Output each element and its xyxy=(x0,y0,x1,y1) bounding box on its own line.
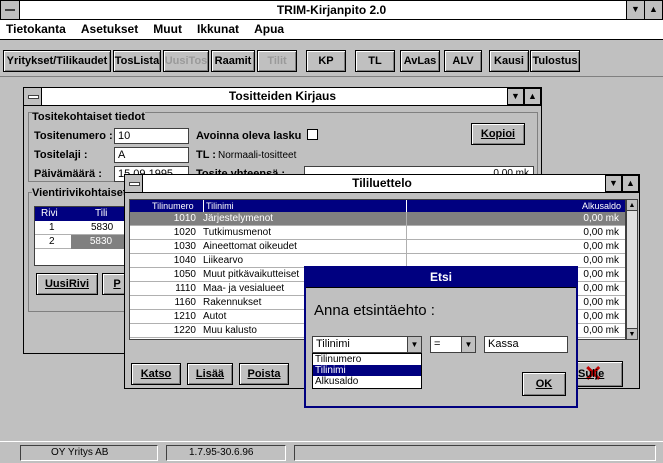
paivamaara-label: Päivämäärä : xyxy=(34,168,102,180)
tositenumero-field[interactable]: 10 xyxy=(114,128,189,144)
tositenumero-label: Tositenumero : xyxy=(34,130,113,142)
minimize-icon[interactable]: ▼ xyxy=(507,88,524,105)
lisaa-button[interactable]: Lisää xyxy=(187,363,233,385)
sulje-label: Sulje xyxy=(578,368,605,380)
field-select[interactable]: Tilinimi ▼ xyxy=(312,336,422,353)
toolbar-kausi-button[interactable]: Kausi xyxy=(489,50,529,72)
app-titlebar: TRIM-Kirjanpito 2.0 ▼ ▲ xyxy=(0,0,663,20)
maximize-icon[interactable]: ▲ xyxy=(524,88,541,105)
chevron-down-icon[interactable]: ▼ xyxy=(407,337,421,352)
column-header-tilinimi: Tilinimi xyxy=(203,200,234,212)
tl-value: Normaali-tositteet xyxy=(218,150,297,161)
option-tilinumero[interactable]: Tilinumero xyxy=(313,354,421,365)
section-title: Tositekohtaiset tiedot xyxy=(32,111,145,123)
grid-cell-rivi: 1 xyxy=(49,222,55,233)
toolbar-tilit-button[interactable]: Tilit xyxy=(257,50,297,72)
column-header-alkusaldo: Alkusaldo xyxy=(581,201,621,211)
menu-tietokanta[interactable]: Tietokanta xyxy=(6,22,66,36)
menu-ikkunat[interactable]: Ikkunat xyxy=(197,22,239,36)
toolbar-yritykset-button[interactable]: Yritykset/Tilikaudet xyxy=(3,50,111,72)
system-menu-icon[interactable] xyxy=(24,88,42,105)
menu-bar: Tietokanta Asetukset Muut Ikkunat Apua xyxy=(0,20,663,40)
toolbar-tulostus-button[interactable]: Tulostus xyxy=(530,50,580,72)
option-tilinimi[interactable]: Tilinimi xyxy=(313,365,421,376)
grid-header-rivi: Rivi xyxy=(41,208,58,219)
etsi-prompt: Anna etsintäehto : xyxy=(314,302,435,319)
minimize-icon[interactable]: ▼ xyxy=(626,1,644,19)
operator-select[interactable]: = ▼ xyxy=(430,336,476,353)
table-row[interactable]: 1 5830 xyxy=(35,221,131,235)
kirjaus-titlebar: Tositteiden Kirjaus ▼ ▲ xyxy=(24,88,541,106)
toolbar: Yritykset/Tilikaudet TosLista UusiTos Ra… xyxy=(0,41,663,77)
option-alkusaldo[interactable]: Alkusaldo xyxy=(313,376,421,387)
grid-cell-tili: 5830 xyxy=(71,235,131,249)
maximize-icon[interactable]: ▲ xyxy=(622,175,639,192)
uusirivi-button[interactable]: UusiRivi xyxy=(36,273,98,295)
status-message xyxy=(294,445,656,461)
tililuettelo-title: Tililuettelo xyxy=(352,176,412,190)
etsi-dialog: Etsi Anna etsintäehto : Tilinimi ▼ Tilin… xyxy=(304,266,578,408)
toolbar-toslista-button[interactable]: TosLista xyxy=(113,50,161,72)
tili-list-scrollbar[interactable]: ▲ ▼ xyxy=(626,199,638,340)
app-title: TRIM-Kirjanpito 2.0 xyxy=(276,3,387,17)
table-row[interactable]: 1030 Aineettomat oikeudet 0,00 mk xyxy=(130,240,625,254)
toolbar-raamit-button[interactable]: Raamit xyxy=(211,50,255,72)
ok-button[interactable]: OK xyxy=(522,372,566,396)
table-row[interactable]: 1020 Tutkimusmenot 0,00 mk xyxy=(130,226,625,240)
system-menu-icon[interactable] xyxy=(125,175,143,192)
operator-value: = xyxy=(434,338,441,350)
status-bar: OY Yritys AB 1.7.95-30.6.96 xyxy=(0,441,663,463)
maximize-icon[interactable]: ▲ xyxy=(644,1,662,19)
status-company: OY Yritys AB xyxy=(20,445,158,461)
kopioi-button[interactable]: Kopioi xyxy=(471,123,525,145)
toolbar-kp-button[interactable]: KP xyxy=(306,50,346,72)
katso-button[interactable]: Katso xyxy=(131,363,181,385)
tositelaji-label: Tositelaji : xyxy=(34,149,88,161)
scroll-down-icon[interactable]: ▼ xyxy=(627,328,637,339)
field-options-dropdown[interactable]: Tilinumero Tilinimi Alkusaldo xyxy=(312,353,422,389)
etsi-title: Etsi xyxy=(429,270,452,284)
column-header-tilinumero: Tilinumero xyxy=(152,201,194,211)
vientirivi-title: Vientirivikohtaiset xyxy=(32,187,127,199)
field-select-value: Tilinimi xyxy=(316,338,350,350)
grid-cell-tili: 5830 xyxy=(91,222,114,233)
tililuettelo-titlebar: Tililuettelo ▼ ▲ xyxy=(125,175,639,193)
grid-header-tili: Tili xyxy=(95,208,108,219)
poista-button[interactable]: Poista xyxy=(239,363,289,385)
table-row[interactable]: 1010 Järjestelymenot 0,00 mk xyxy=(130,212,625,226)
avoinna-label: Avoinna oleva lasku xyxy=(196,130,302,142)
grid-cell-rivi: 2 xyxy=(49,236,55,247)
avoinna-checkbox[interactable] xyxy=(307,129,318,140)
tl-label: TL : xyxy=(196,149,216,161)
tositelaji-field[interactable]: A xyxy=(114,147,189,163)
kirjaus-title: Tositteiden Kirjaus xyxy=(228,89,337,103)
toolbar-tl-button[interactable]: TL xyxy=(355,50,395,72)
toolbar-avlas-button[interactable]: AvLas xyxy=(400,50,440,72)
vienti-grid[interactable]: Rivi Tili 1 5830 2 5830 xyxy=(34,206,132,266)
chevron-down-icon[interactable]: ▼ xyxy=(461,337,475,352)
menu-muut[interactable]: Muut xyxy=(153,22,182,36)
menu-asetukset[interactable]: Asetukset xyxy=(81,22,138,36)
etsi-titlebar: Etsi xyxy=(306,268,576,288)
minimize-icon[interactable]: ▼ xyxy=(605,175,622,192)
toolbar-alv-button[interactable]: ALV xyxy=(444,50,482,72)
toolbar-uusitos-button[interactable]: UusiTos xyxy=(163,50,209,72)
table-row[interactable]: 2 5830 xyxy=(35,235,131,249)
status-period: 1.7.95-30.6.96 xyxy=(166,445,286,461)
search-value-input[interactable]: Kassa xyxy=(484,336,568,353)
menu-apua[interactable]: Apua xyxy=(254,22,284,36)
scroll-up-icon[interactable]: ▲ xyxy=(627,200,637,211)
